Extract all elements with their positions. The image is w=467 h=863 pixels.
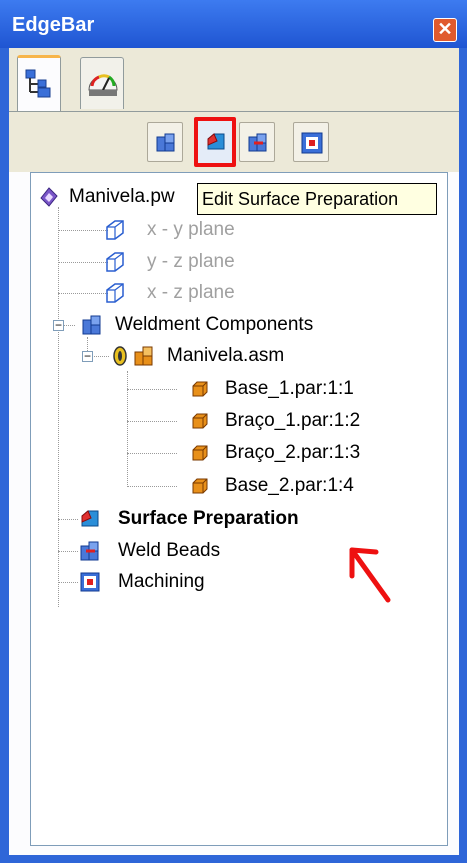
root-label: Manivela.pw	[69, 186, 175, 207]
weld-beads-icon	[80, 541, 99, 561]
part-label: Braço_2.par:1:3	[225, 442, 361, 463]
weldment-components-label: Weldment Components	[115, 314, 314, 335]
plane-label: x - z plane	[147, 282, 235, 303]
machining-icon	[80, 572, 100, 592]
link-icon	[113, 346, 127, 366]
assembly-label: Manivela.asm	[167, 345, 285, 366]
tooltip: Edit Surface Preparation	[197, 183, 437, 215]
tree-icon	[25, 69, 51, 98]
tab-gauge[interactable]	[80, 57, 124, 109]
plane-label: x - y plane	[147, 219, 235, 240]
part-icon	[192, 445, 208, 461]
close-button[interactable]: ✕	[433, 18, 457, 42]
window-title: EdgeBar	[12, 14, 95, 36]
weldment-document-icon	[40, 187, 58, 207]
weld-beads-button[interactable]	[239, 122, 275, 162]
weld-beads-label: Weld Beads	[118, 540, 221, 561]
title-bar[interactable]: EdgeBar ✕	[0, 0, 467, 48]
collapse-toggle[interactable]: −	[82, 350, 93, 362]
assembly-icon	[134, 346, 153, 366]
surface-preparation-icon	[81, 510, 99, 527]
weldment-components-icon	[156, 133, 175, 152]
surface-preparation-label: Surface Preparation	[118, 508, 299, 529]
weldment-components-button[interactable]	[147, 122, 183, 162]
collapse-toggle[interactable]: −	[53, 319, 64, 331]
tab-feature-pathfinder[interactable]	[17, 55, 61, 112]
edit-surface-preparation-button[interactable]	[194, 117, 236, 167]
feature-tree[interactable]: Manivela.pw x - y plane y - z plane x - …	[30, 172, 448, 846]
plane-label: y - z plane	[147, 251, 235, 272]
part-icon	[192, 381, 208, 397]
machining-button[interactable]	[293, 122, 329, 162]
part-label: Base_2.par:1:4	[225, 475, 354, 496]
plane-icon	[106, 252, 124, 272]
part-label: Braço_1.par:1:2	[225, 410, 361, 431]
gauge-icon	[88, 74, 118, 96]
annotation-arrow-icon	[349, 547, 391, 603]
part-icon	[192, 413, 208, 429]
surface-preparation-icon	[207, 133, 225, 150]
part-label: Base_1.par:1:1	[225, 378, 354, 399]
plane-icon	[106, 283, 124, 303]
plane-icon	[106, 220, 124, 240]
part-icon	[192, 478, 208, 494]
weld-beads-icon	[248, 133, 267, 152]
machining-icon	[301, 132, 323, 154]
machining-label: Machining	[118, 571, 205, 592]
weldment-components-icon	[82, 315, 101, 335]
